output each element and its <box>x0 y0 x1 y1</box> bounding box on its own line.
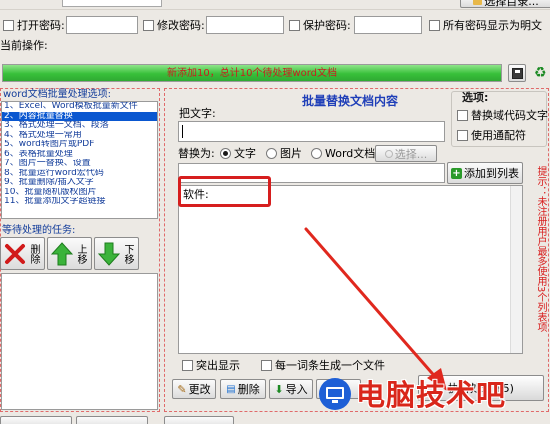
watermark-text: 电脑技术吧 <box>356 378 507 412</box>
watermark-logo <box>318 377 352 411</box>
bottom-clipped-button-2[interactable] <box>76 416 148 424</box>
bottom-clipped-button-3[interactable] <box>164 416 234 424</box>
computer-monitor-icon <box>319 378 351 410</box>
annotation-arrow <box>304 227 447 391</box>
bottom-clipped-button-1[interactable] <box>0 416 72 424</box>
